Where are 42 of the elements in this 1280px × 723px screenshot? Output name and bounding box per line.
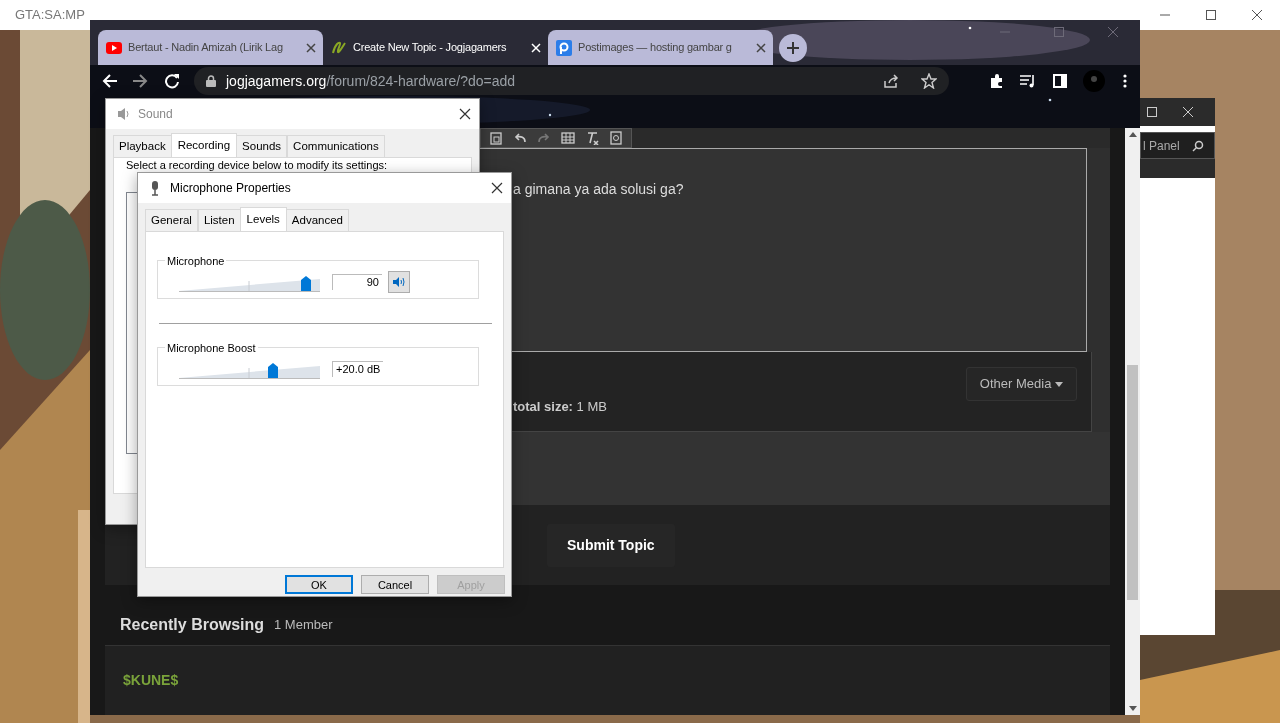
dropdown-button[interactable]: Other Media [965, 367, 1077, 401]
caret-icon [1055, 382, 1063, 388]
dialog-button[interactable]: OK [285, 575, 353, 595]
dialog-tab[interactable]: Communications [287, 135, 385, 158]
maximize-icon[interactable] [1205, 9, 1217, 21]
dialog-tab[interactable]: Sounds [236, 135, 288, 158]
search-icon [1191, 139, 1204, 152]
dialog-title: Microphone Properties [170, 180, 292, 197]
paste-icon[interactable] [489, 131, 503, 145]
redo-icon[interactable] [537, 131, 551, 145]
close-icon[interactable] [491, 182, 503, 194]
slider-thumb[interactable] [300, 275, 311, 291]
section-title: Recently Browsing [120, 615, 265, 635]
value-field[interactable]: 90 [332, 273, 382, 290]
member-link[interactable]: $KUNE$ [123, 672, 179, 688]
submit-button[interactable]: Submit Topic [547, 523, 675, 567]
undo-icon[interactable] [513, 131, 527, 145]
level-slider[interactable] [179, 360, 320, 377]
level-slider[interactable] [179, 273, 320, 290]
value-field[interactable]: +20.0 dB [332, 360, 384, 377]
mute-button[interactable] [388, 270, 410, 293]
scrollbar[interactable] [1125, 128, 1140, 715]
preview-icon[interactable] [609, 131, 623, 145]
search-field[interactable]: l Panel [1140, 132, 1215, 159]
instruction-text: Select a recording device below to modify its settings: [126, 159, 389, 173]
close-icon[interactable] [1251, 9, 1263, 21]
window-title: GTA:SA:MP [15, 6, 85, 25]
speaker-icon [392, 275, 406, 288]
dialog-tab[interactable]: Playback [113, 135, 172, 158]
scroll-down-icon[interactable] [1128, 706, 1137, 711]
dialog-tab[interactable]: Recording [170, 133, 238, 158]
scroll-up-icon[interactable] [1128, 132, 1137, 137]
member-count: 1 Member [274, 616, 333, 635]
table-icon[interactable] [561, 131, 575, 145]
clear-format-icon[interactable] [585, 131, 599, 145]
slider-thumb[interactable] [268, 362, 279, 378]
dialog-tab[interactable]: Advanced [285, 209, 349, 232]
dialog-tab[interactable]: General [145, 209, 198, 232]
attachment-info: total size: 1 MB [513, 398, 607, 416]
dialog-tab[interactable]: Levels [239, 207, 287, 232]
dialog-tab[interactable]: Listen [197, 209, 241, 232]
dialog-button[interactable]: Cancel [361, 575, 429, 595]
